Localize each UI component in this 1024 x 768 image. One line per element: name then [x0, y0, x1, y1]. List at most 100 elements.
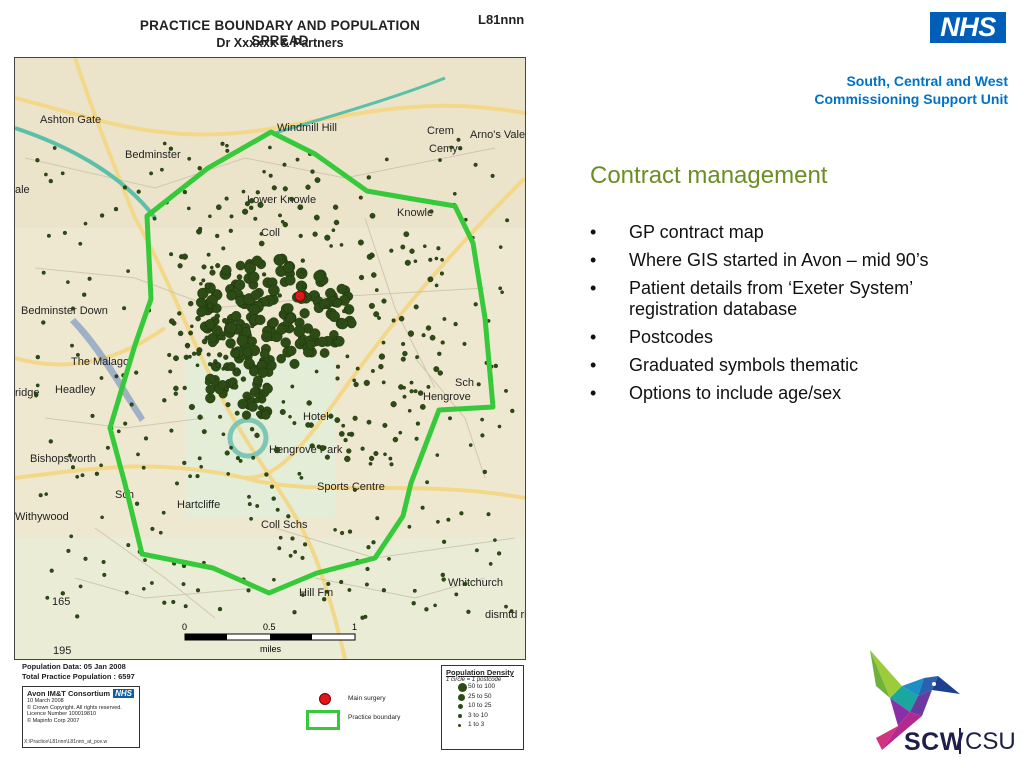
- population-dot: [355, 366, 360, 371]
- population-dot: [368, 455, 375, 462]
- population-dot: [225, 148, 230, 153]
- population-dot: [329, 244, 333, 248]
- density-symbol: [458, 724, 461, 728]
- population-dot: [421, 333, 426, 338]
- population-dot: [305, 422, 311, 428]
- population-dot: [488, 561, 493, 566]
- population-dot: [41, 320, 46, 325]
- population-dot: [300, 258, 305, 263]
- population-dot: [384, 157, 389, 162]
- population-dot: [253, 216, 258, 221]
- place-label-windmill-hill: Windmill Hill: [277, 122, 337, 134]
- population-dot: [282, 186, 288, 192]
- population-dot: [238, 458, 243, 463]
- population-date: Population Data: 05 Jan 2008: [22, 662, 126, 671]
- population-dot: [402, 394, 407, 399]
- population-dot: [231, 310, 242, 322]
- bullet-text: Postcodes: [629, 327, 714, 347]
- population-dot: [371, 272, 377, 278]
- population-dot: [278, 535, 283, 540]
- population-dot: [312, 231, 318, 237]
- population-dot: [292, 421, 297, 426]
- density-label: 10 to 25: [468, 702, 492, 709]
- population-dot: [215, 204, 222, 211]
- place-label-bedminster-down: Bedminster Down: [21, 305, 108, 317]
- population-dot: [292, 610, 297, 615]
- population-dot: [370, 369, 375, 373]
- population-dot: [435, 519, 440, 524]
- population-dot: [328, 307, 333, 312]
- population-dot: [187, 300, 194, 307]
- population-dot: [368, 302, 375, 309]
- population-dot: [241, 410, 252, 420]
- population-dot: [195, 588, 201, 593]
- population-dot: [122, 185, 127, 190]
- population-dot: [309, 328, 321, 340]
- population-dot: [206, 352, 211, 357]
- population-dot: [41, 270, 46, 275]
- population-dot: [440, 572, 445, 578]
- population-dot: [366, 419, 372, 425]
- population-dot: [277, 293, 282, 298]
- population-dot: [299, 342, 304, 346]
- population-dot: [152, 216, 157, 221]
- population-dot: [228, 228, 233, 233]
- population-dot: [218, 414, 223, 419]
- population-dot: [71, 306, 75, 311]
- population-dot: [332, 298, 343, 308]
- population-dot: [188, 403, 195, 411]
- population-dot: [208, 214, 212, 219]
- population-dot: [83, 556, 88, 561]
- population-dot: [251, 455, 256, 460]
- population-dot: [486, 512, 491, 517]
- population-dot: [336, 283, 347, 295]
- population-dot: [417, 390, 424, 396]
- population-dot: [282, 162, 287, 167]
- population-dot: [352, 415, 358, 421]
- population-dot: [114, 374, 119, 379]
- population-dot: [70, 465, 76, 470]
- population-dot: [83, 221, 88, 226]
- population-dot: [249, 427, 255, 432]
- population-dot: [160, 167, 164, 172]
- population-dot: [141, 465, 146, 470]
- density-label: 25 to 50: [468, 692, 492, 700]
- population-dot: [426, 384, 431, 389]
- population-dot: [99, 376, 104, 380]
- bullet-item: • Where GIS started in Avon – mid 90’s: [590, 250, 990, 271]
- population-dot: [352, 487, 358, 492]
- population-dot: [398, 430, 403, 435]
- population-dot: [197, 166, 202, 171]
- population-dot: [332, 204, 339, 210]
- population-dot: [439, 271, 444, 276]
- population-dot: [206, 252, 211, 257]
- population-dot: [162, 600, 167, 605]
- population-dot: [273, 254, 286, 266]
- map-canvas: Windmill Hill Ashton Gate Bedminster Low…: [15, 58, 525, 659]
- population-dot: [257, 367, 268, 378]
- population-dot: [271, 496, 276, 501]
- place-label-195: 195: [53, 645, 71, 657]
- population-dot: [440, 257, 444, 262]
- population-dot: [204, 379, 211, 386]
- population-dot: [105, 445, 110, 450]
- population-dot: [257, 404, 264, 412]
- scale-one: 1: [352, 622, 357, 632]
- population-dot: [377, 316, 381, 320]
- population-dot: [400, 356, 406, 362]
- place-label-knowle: Knowle: [397, 207, 433, 219]
- population-dot: [381, 340, 386, 345]
- population-dot: [280, 337, 291, 348]
- total-population: Total Practice Population : 6597: [22, 672, 135, 681]
- population-dot: [407, 330, 414, 337]
- population-dot: [237, 398, 248, 410]
- population-dot: [225, 321, 237, 334]
- population-dot: [339, 243, 344, 247]
- population-dot: [225, 143, 229, 148]
- population-dot: [498, 245, 503, 249]
- population-dot: [286, 514, 291, 519]
- population-dot: [276, 324, 287, 335]
- population-dot: [82, 292, 87, 297]
- population-dot: [347, 432, 352, 437]
- place-label-hotel: Hotel: [303, 411, 329, 423]
